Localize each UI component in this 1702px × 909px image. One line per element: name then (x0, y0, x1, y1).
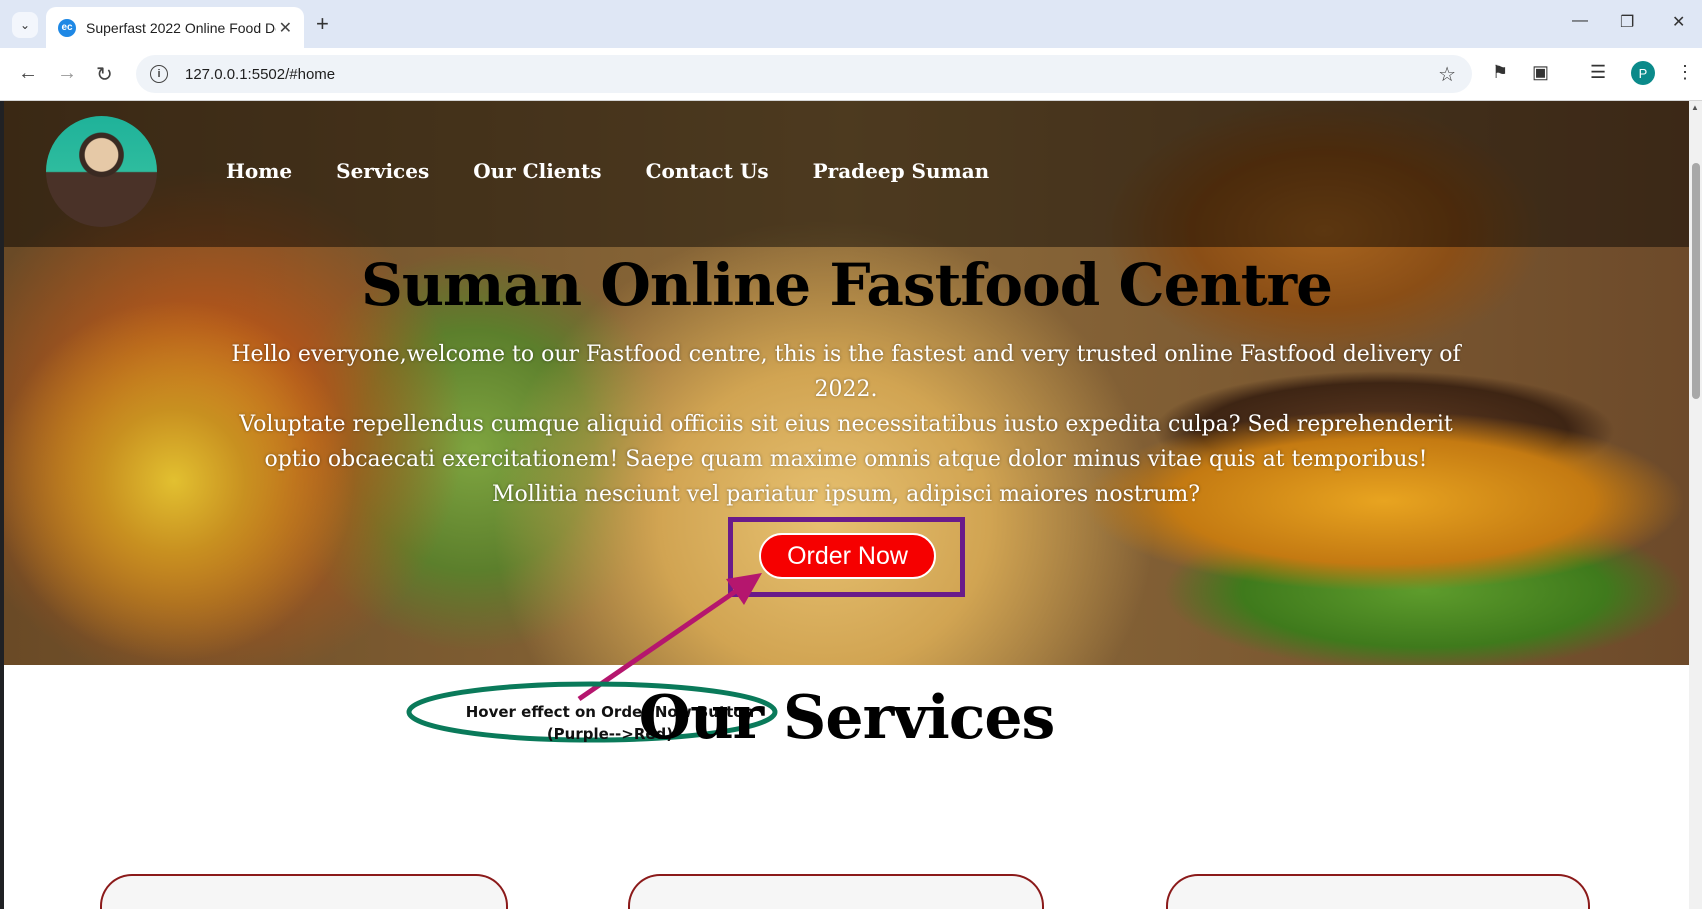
hero-title: Suman Online Fastfood Centre (361, 251, 1333, 319)
back-arrow-icon[interactable]: ← (18, 62, 38, 85)
media-control-icon[interactable]: ☰ (1590, 62, 1606, 83)
nav-services-link[interactable]: Services (336, 159, 429, 183)
browser-tab-bar: ⌄ ec Superfast 2022 Online Food De ✕ + —… (0, 0, 1702, 48)
page-viewport: Home Services Our Clients Contact Us Pra… (4, 101, 1689, 909)
service-card[interactable] (100, 874, 508, 909)
nav-profile-link[interactable]: Pradeep Suman (813, 159, 990, 183)
profile-avatar[interactable]: P (1631, 61, 1655, 85)
profile-photo-logo[interactable] (46, 116, 157, 227)
hero-paragraph-1: Hello everyone,welcome to our Fastfood c… (231, 342, 1461, 402)
forward-arrow-icon[interactable]: → (57, 62, 77, 85)
service-card[interactable] (1166, 874, 1590, 909)
scrollbar-thumb[interactable] (1692, 163, 1700, 399)
scroll-up-arrow-icon[interactable]: ▲ (1691, 103, 1699, 112)
tab-close-icon[interactable]: ✕ (279, 18, 292, 38)
tab-title: Superfast 2022 Online Food De (86, 19, 276, 36)
nav-clients-link[interactable]: Our Clients (473, 159, 601, 183)
nav-contact-link[interactable]: Contact Us (646, 159, 769, 183)
window-close-icon[interactable]: ✕ (1672, 12, 1685, 32)
menu-kebab-icon[interactable]: ⋮ (1676, 62, 1694, 83)
service-card[interactable] (628, 874, 1044, 909)
site-info-icon[interactable]: i (150, 65, 168, 83)
order-now-button[interactable]: Order Now (759, 533, 936, 579)
hero-paragraph-2: Voluptate repellendus cumque aliquid off… (239, 412, 1453, 507)
browser-toolbar: ← → ↻ i 127.0.0.1:5502/#home ☆ ⚑ ▣ ☰ P ⋮ (0, 48, 1702, 101)
url-text[interactable]: 127.0.0.1:5502/#home (185, 66, 335, 83)
extensions-puzzle-icon[interactable]: ▣ (1532, 62, 1549, 83)
site-favicon-icon: ec (58, 18, 76, 37)
browser-tab-active[interactable]: ec Superfast 2022 Online Food De ✕ (46, 7, 304, 48)
new-tab-plus-icon[interactable]: + (316, 11, 329, 37)
restore-icon[interactable]: ❐ (1620, 12, 1634, 32)
services-heading: Our Services (638, 683, 1056, 753)
address-bar[interactable]: i 127.0.0.1:5502/#home ☆ (136, 55, 1472, 93)
reload-icon[interactable]: ↻ (96, 62, 113, 87)
tab-list-chevron-icon[interactable]: ⌄ (12, 12, 38, 38)
hero-description: Hello everyone,welcome to our Fastfood c… (226, 337, 1466, 512)
bookmark-star-icon[interactable]: ☆ (1438, 62, 1456, 87)
extension-icon[interactable]: ⚑ (1492, 62, 1508, 83)
minimize-icon[interactable]: — (1572, 12, 1588, 30)
page-scrollbar[interactable]: ▲ (1689, 101, 1702, 909)
hero-section: Home Services Our Clients Contact Us Pra… (4, 101, 1689, 665)
site-navbar: Home Services Our Clients Contact Us Pra… (4, 101, 1689, 247)
nav-home-link[interactable]: Home (226, 159, 292, 183)
nav-links: Home Services Our Clients Contact Us Pra… (226, 159, 1033, 183)
